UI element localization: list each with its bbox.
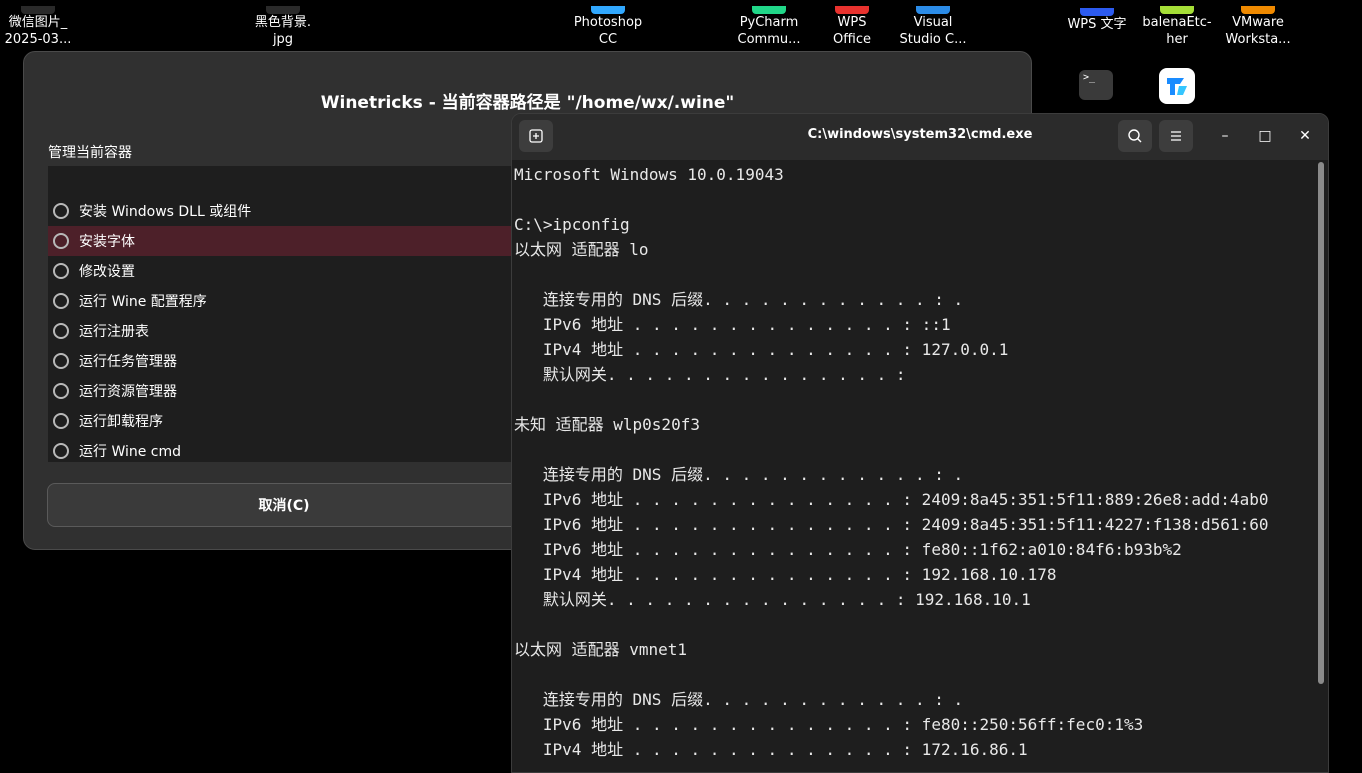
terminal-output[interactable]: Microsoft Windows 10.0.19043 C:\>ipconfig…	[514, 162, 1314, 772]
desktop-icon-wps-office[interactable]: WPS Office	[807, 6, 897, 48]
photoshop-icon	[591, 6, 625, 14]
image-file-icon	[21, 6, 55, 14]
terminal-line: IPv6 地址 . . . . . . . . . . . . . . : fe…	[514, 540, 1182, 559]
desktop-icon-label: 黑色背景. jpg	[254, 15, 312, 47]
desktop-icon-label: VMware Worksta...	[1225, 15, 1291, 47]
todesk-logo-icon	[1167, 78, 1187, 95]
radio-icon[interactable]	[53, 383, 69, 399]
desktop-icon-vmware[interactable]: VMware Worksta...	[1213, 6, 1303, 48]
terminal-line: 默认网关. . . . . . . . . . . . . . . :	[514, 365, 906, 384]
radio-icon[interactable]	[53, 203, 69, 219]
terminal-line: IPv6 地址 . . . . . . . . . . . . . . : ::…	[514, 315, 951, 334]
terminal-scrollbar[interactable]	[1318, 162, 1324, 684]
vmware-icon	[1241, 6, 1275, 14]
terminal-app-icon[interactable]: >_	[1079, 70, 1113, 100]
vscode-icon	[916, 6, 950, 14]
radio-icon[interactable]	[53, 293, 69, 309]
close-icon: ✕	[1299, 128, 1311, 144]
pycharm-icon	[752, 6, 786, 14]
terminal-line: 以太网 适配器 lo	[514, 240, 649, 259]
desktop-icon-wechat-image[interactable]: 微信图片_ 2025-03...	[0, 6, 83, 48]
terminal-line: 连接专用的 DNS 后缀. . . . . . . . . . . . : .	[514, 465, 964, 484]
terminal-line: IPv4 地址 . . . . . . . . . . . . . . : 19…	[514, 565, 1057, 584]
section-label: 管理当前容器	[48, 145, 132, 161]
option-label: 安装字体	[79, 234, 135, 250]
close-button[interactable]: ✕	[1292, 124, 1318, 148]
hamburger-menu-icon	[1171, 131, 1181, 141]
search-button[interactable]	[1118, 120, 1152, 152]
desktop-icon-label: Photoshop CC	[573, 15, 643, 47]
todesk-app-icon[interactable]	[1159, 68, 1195, 104]
option-label: 安装 Windows DLL 或组件	[79, 204, 252, 220]
terminal-line: IPv4 地址 . . . . . . . . . . . . . . : 12…	[514, 340, 1009, 359]
balena-etcher-icon	[1160, 6, 1194, 14]
minimize-button[interactable]: –	[1212, 124, 1238, 148]
radio-icon[interactable]	[53, 233, 69, 249]
terminal-title: C:\windows\system32\cmd.exe	[807, 127, 1033, 142]
radio-icon[interactable]	[53, 263, 69, 279]
terminal-line: 连接专用的 DNS 后缀. . . . . . . . . . . . : .	[514, 290, 964, 309]
desktop-icon-label: Visual Studio C...	[899, 15, 967, 47]
desktop-icon-photoshop[interactable]: Photoshop CC	[563, 6, 653, 48]
option-label: 运行卸载程序	[79, 414, 163, 430]
option-label: 修改设置	[79, 264, 135, 280]
terminal-line: IPv6 地址 . . . . . . . . . . . . . . : fe…	[514, 715, 1144, 734]
minimize-icon: –	[1221, 128, 1229, 144]
radio-icon[interactable]	[53, 323, 69, 339]
menu-button[interactable]	[1159, 120, 1193, 152]
cancel-label: 取消(C)	[258, 498, 310, 514]
terminal-line: IPv4 地址 . . . . . . . . . . . . . . : 17…	[514, 740, 1028, 759]
desktop-icon-label: 微信图片_ 2025-03...	[4, 15, 72, 47]
option-label: 运行注册表	[79, 324, 149, 340]
desktop-icon-wps-writer[interactable]: WPS 文字	[1052, 8, 1142, 33]
option-label: 运行 Wine 配置程序	[79, 294, 207, 310]
desktop-icon-balena-etcher[interactable]: balenaEtc- her	[1132, 6, 1222, 48]
terminal-header: C:\windows\system32\cmd.exe – □ ✕	[512, 114, 1328, 160]
desktop-icon-pycharm[interactable]: PyCharm Commu...	[724, 6, 814, 48]
terminal-line: Microsoft Windows 10.0.19043	[514, 165, 784, 184]
terminal-line: 未知 适配器 wlp0s20f3	[514, 415, 700, 434]
radio-icon[interactable]	[53, 413, 69, 429]
radio-icon[interactable]	[53, 353, 69, 369]
wps-office-icon	[835, 6, 869, 14]
terminal-window: C:\windows\system32\cmd.exe – □ ✕ Micros…	[511, 113, 1329, 773]
terminal-line: 默认网关. . . . . . . . . . . . . . . : 192.…	[514, 590, 1031, 609]
wps-writer-icon	[1080, 8, 1114, 16]
radio-icon[interactable]	[53, 443, 69, 459]
maximize-icon: □	[1258, 128, 1272, 144]
terminal-line: 连接专用的 DNS 后缀. . . . . . . . . . . . : .	[514, 690, 964, 709]
dialog-title: Winetricks - 当前容器路径是 "/home/wx/.wine"	[320, 93, 735, 113]
desktop-icon-label: PyCharm Commu...	[737, 15, 801, 47]
option-label: 运行资源管理器	[79, 384, 177, 400]
maximize-button[interactable]: □	[1252, 124, 1278, 148]
desktop-icon-label: balenaEtc- her	[1142, 15, 1212, 47]
desktop-icon-label: WPS Office	[833, 15, 871, 47]
desktop-icon-vscode[interactable]: Visual Studio C...	[888, 6, 978, 48]
search-icon	[1128, 129, 1142, 143]
image-file-icon	[266, 6, 300, 14]
option-label: 运行 Wine cmd	[79, 444, 182, 460]
terminal-line: IPv6 地址 . . . . . . . . . . . . . . : 24…	[514, 490, 1269, 509]
option-label: 运行任务管理器	[79, 354, 177, 370]
terminal-line: C:\>ipconfig	[514, 215, 630, 234]
desktop-icon-label: WPS 文字	[1067, 17, 1127, 32]
desktop-icon-black-bg[interactable]: 黑色背景. jpg	[238, 6, 328, 48]
terminal-line: IPv6 地址 . . . . . . . . . . . . . . : 24…	[514, 515, 1269, 534]
terminal-line: 以太网 适配器 vmnet1	[514, 640, 688, 659]
